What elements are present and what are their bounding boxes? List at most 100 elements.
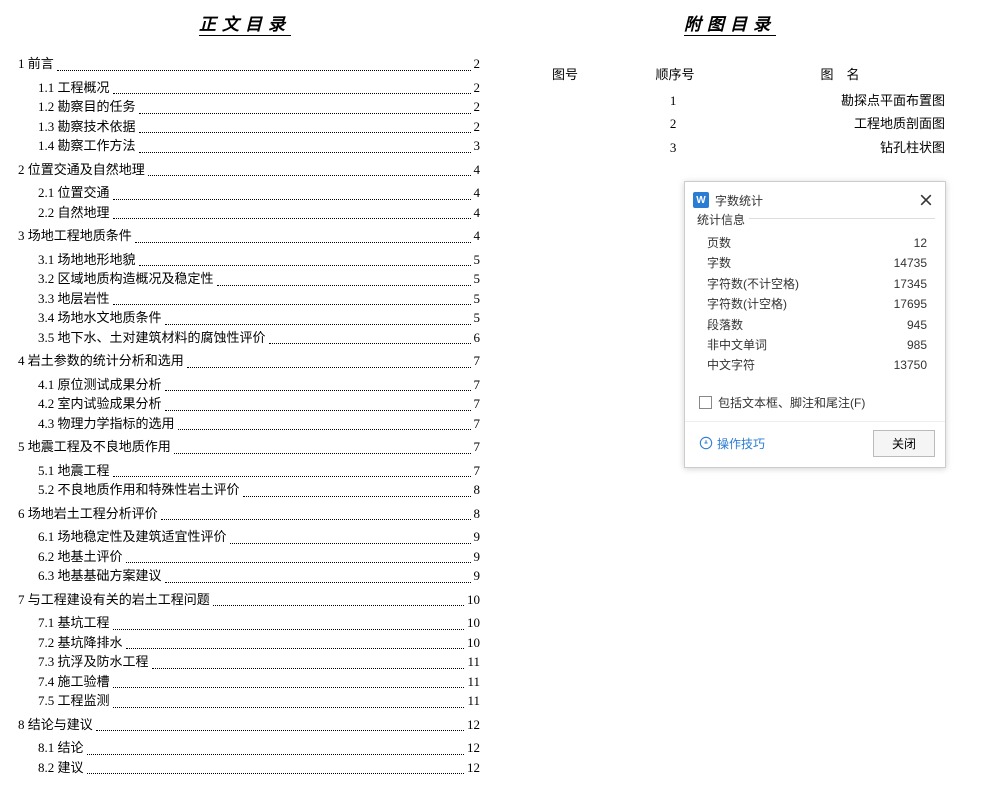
toc-entry-number: 3.2 bbox=[38, 269, 58, 289]
toc-leader-dots bbox=[57, 70, 471, 71]
toc-entry-text: 地下水、土对建筑材料的腐蚀性评价 bbox=[58, 328, 266, 348]
toc-entry[interactable]: 8.2 建议 12 bbox=[10, 758, 480, 778]
close-button[interactable]: 关闭 bbox=[873, 430, 935, 457]
toc-entry[interactable]: 4 岩土参数的统计分析和选用7 bbox=[10, 351, 480, 371]
include-textbox-checkbox[interactable]: 包括文本框、脚注和尾注(F) bbox=[685, 384, 945, 421]
toc-leader-dots bbox=[113, 476, 471, 477]
toc-entry[interactable]: 3.5 地下水、土对建筑材料的腐蚀性评价 6 bbox=[10, 328, 480, 348]
toc-entry[interactable]: 4.1 原位测试成果分析7 bbox=[10, 375, 480, 395]
toc-entry-text: 施工验槽 bbox=[58, 672, 110, 692]
toc-leader-dots bbox=[113, 707, 465, 708]
toc-entry[interactable]: 3.4 场地水文地质条件5 bbox=[10, 308, 480, 328]
toc-entry[interactable]: 7.1 基坑工程10 bbox=[10, 613, 480, 633]
toc-entry-text: 基坑工程 bbox=[58, 613, 110, 633]
toc-entry[interactable]: 4.3 物理力学指标的选用7 bbox=[10, 414, 480, 434]
toc-entry[interactable]: 3 场地工程地质条件4 bbox=[10, 226, 480, 246]
toc-entry-text: 场地地形地貌 bbox=[58, 250, 136, 270]
toc-entry[interactable]: 1.1 工程概况2 bbox=[10, 78, 480, 98]
checkbox-icon[interactable] bbox=[699, 396, 712, 409]
stat-key: 字符数(计空格) bbox=[707, 294, 787, 314]
toc-entry[interactable]: 6.2 地基土评价9 bbox=[10, 547, 480, 567]
toc-entry[interactable]: 7.4 施工验槽11 bbox=[10, 672, 480, 692]
toc-entry-page: 2 bbox=[474, 78, 481, 98]
toc-entry-page: 11 bbox=[467, 672, 480, 692]
toc-entry-text: 场地水文地质条件 bbox=[58, 308, 162, 328]
toc-entry-page: 6 bbox=[474, 328, 481, 348]
toc-entry-page: 12 bbox=[467, 715, 480, 735]
toc-entry[interactable]: 7.3 抗浮及防水工程11 bbox=[10, 652, 480, 672]
toc-entry-page: 5 bbox=[474, 269, 481, 289]
toc-entry-page: 9 bbox=[474, 527, 481, 547]
toc-entry-number: 5.2 bbox=[38, 480, 58, 500]
toc-entry[interactable]: 2.2 自然地理4 bbox=[10, 203, 480, 223]
toc-entry[interactable]: 7.5 工程监测11 bbox=[10, 691, 480, 711]
toc-entry[interactable]: 2 位置交通及自然地理 4 bbox=[10, 160, 480, 180]
stat-value: 14735 bbox=[894, 253, 927, 273]
stat-value: 13750 bbox=[894, 355, 927, 375]
toc-entry[interactable]: 2.1 位置交通4 bbox=[10, 183, 480, 203]
toc-entry-page: 7 bbox=[474, 437, 481, 457]
toc-entry[interactable]: 7.2 基坑降排水10 bbox=[10, 633, 480, 653]
toc-entry[interactable]: 3.3 地层岩性5 bbox=[10, 289, 480, 309]
toc-entry-page: 4 bbox=[474, 226, 481, 246]
toc-entry[interactable]: 4.2 室内试验成果分析7 bbox=[10, 394, 480, 414]
figure-col-name: 图 名 bbox=[730, 64, 950, 83]
toc-entry[interactable]: 8 结论与建议12 bbox=[10, 715, 480, 735]
toc-leader-dots bbox=[269, 343, 471, 344]
toc-entry-number: 2.1 bbox=[38, 183, 58, 203]
toc-entry-number: 7.5 bbox=[38, 691, 58, 711]
toc-entry[interactable]: 7 与工程建设有关的岩土工程问题10 bbox=[10, 590, 480, 610]
toc-leader-dots bbox=[139, 152, 471, 153]
toc-entry-number: 5.1 bbox=[38, 461, 58, 481]
toc-entry-page: 12 bbox=[467, 758, 480, 778]
toc-entry-text: 建议 bbox=[58, 758, 84, 778]
toc-entry-number: 8.2 bbox=[38, 758, 58, 778]
toc-entry-page: 12 bbox=[467, 738, 480, 758]
toc-entry-page: 7 bbox=[474, 351, 481, 371]
toc-entry-number: 6.1 bbox=[38, 527, 58, 547]
toc-entry-text: 基坑降排水 bbox=[58, 633, 123, 653]
figure-header-row: 图号 顺序号 图 名 bbox=[510, 64, 950, 83]
toc-entry-number: 2 bbox=[18, 160, 28, 180]
toc-entry[interactable]: 3.1 场地地形地貌5 bbox=[10, 250, 480, 270]
toc-entry-text: 位置交通及自然地理 bbox=[28, 160, 145, 180]
figure-cell-order: 2 bbox=[619, 112, 728, 135]
stat-key: 段落数 bbox=[707, 315, 743, 335]
tips-link[interactable]: 操作技巧 bbox=[699, 435, 765, 452]
toc-entry-number: 3.5 bbox=[38, 328, 58, 348]
word-app-icon: W bbox=[693, 192, 709, 208]
toc-entry[interactable]: 5.1 地震工程7 bbox=[10, 461, 480, 481]
toc-entry[interactable]: 1.3 勘察技术依据2 bbox=[10, 117, 480, 137]
stat-row: 字数14735 bbox=[707, 253, 927, 273]
toc-entry[interactable]: 5.2 不良地质作用和特殊性岩土评价8 bbox=[10, 480, 480, 500]
toc-entry[interactable]: 6 场地岩土工程分析评价8 bbox=[10, 504, 480, 524]
toc-entry-text: 岩土参数的统计分析和选用 bbox=[28, 351, 184, 371]
toc-entry[interactable]: 1 前言2 bbox=[10, 54, 480, 74]
toc-leader-dots bbox=[96, 730, 464, 731]
toc-entry-page: 4 bbox=[474, 183, 481, 203]
toc-entry[interactable]: 6.3 地基基础方案建议9 bbox=[10, 566, 480, 586]
toc-entry-text: 勘察技术依据 bbox=[58, 117, 136, 137]
toc-entry-text: 与工程建设有关的岩土工程问题 bbox=[28, 590, 210, 610]
toc-entry[interactable]: 8.1 结论12 bbox=[10, 738, 480, 758]
toc-entry[interactable]: 1.4 勘察工作方法3 bbox=[10, 136, 480, 156]
toc-leader-dots bbox=[187, 367, 471, 368]
word-count-dialog: W 字数统计 统计信息 页数12字数14735字符数(不计空格)17345字符数… bbox=[684, 181, 946, 468]
stat-key: 页数 bbox=[707, 233, 731, 253]
toc-entry[interactable]: 3.2 区域地质构造概况及稳定性5 bbox=[10, 269, 480, 289]
toc-entry-number: 4.2 bbox=[38, 394, 58, 414]
toc-entry-number: 1.3 bbox=[38, 117, 58, 137]
toc-entry[interactable]: 5 地震工程及不良地质作用7 bbox=[10, 437, 480, 457]
toc-entry-page: 2 bbox=[474, 97, 481, 117]
toc-entry[interactable]: 6.1 场地稳定性及建筑适宜性评价9 bbox=[10, 527, 480, 547]
stat-value: 17695 bbox=[894, 294, 927, 314]
figure-row: 3钻孔柱状图 bbox=[510, 136, 950, 159]
toc-entry-number: 3 bbox=[18, 226, 28, 246]
stat-value: 17345 bbox=[894, 274, 927, 294]
close-icon[interactable] bbox=[915, 189, 937, 211]
stat-value: 12 bbox=[914, 233, 927, 253]
toc-entry-number: 2.2 bbox=[38, 203, 58, 223]
toc-entry-page: 4 bbox=[474, 160, 481, 180]
toc-entry[interactable]: 1.2 勘察目的任务2 bbox=[10, 97, 480, 117]
toc-leader-dots bbox=[161, 519, 471, 520]
